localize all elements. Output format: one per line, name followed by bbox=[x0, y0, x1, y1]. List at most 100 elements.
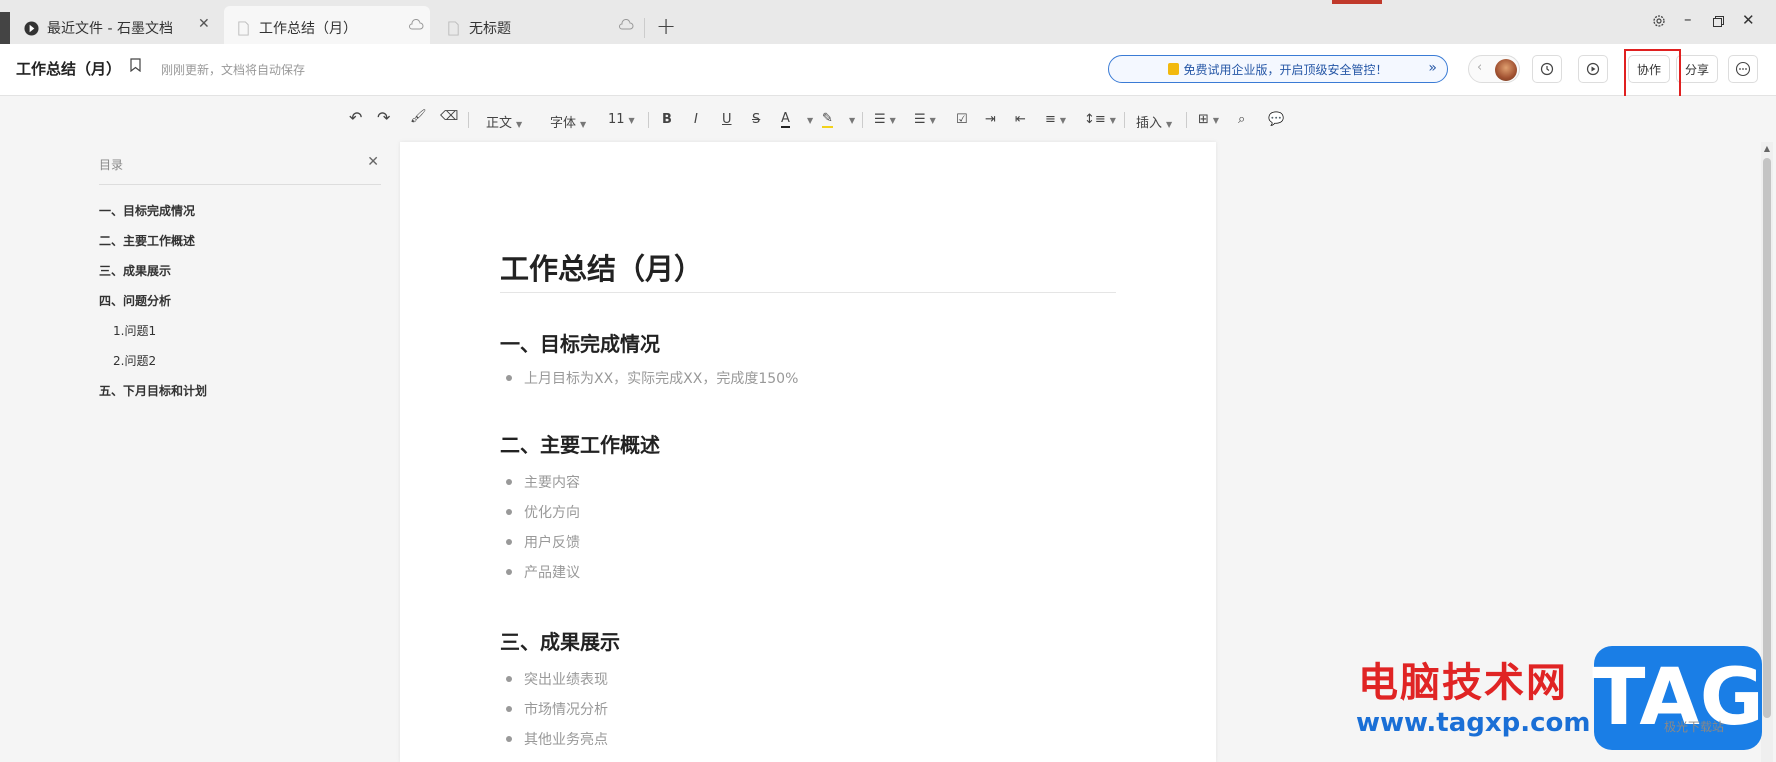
outline-item[interactable]: 五、下月目标和计划 bbox=[99, 382, 207, 399]
font-family-select[interactable]: 字体 ▼ bbox=[550, 112, 586, 131]
font-family-value: 字体 bbox=[550, 116, 577, 131]
list-item[interactable]: 优化方向 bbox=[500, 502, 580, 522]
avatar[interactable] bbox=[1495, 59, 1517, 81]
list-item[interactable]: 突出业绩表现 bbox=[500, 669, 608, 689]
find-replace-icon[interactable]: ⌕ bbox=[1238, 112, 1245, 127]
minimize-icon[interactable]: – bbox=[1684, 10, 1692, 28]
outline-panel: 目录 ✕ bbox=[99, 154, 381, 185]
clear-format-icon[interactable]: ⌫ bbox=[440, 109, 458, 124]
redo-icon[interactable]: ↷ bbox=[377, 108, 390, 127]
format-painter-icon[interactable]: 🖌 bbox=[410, 109, 427, 124]
line-spacing-icon[interactable]: ↕≡ ▼ bbox=[1084, 112, 1116, 127]
collaborators-avatars[interactable]: ‹ bbox=[1468, 55, 1520, 83]
comment-icon[interactable]: 💬 bbox=[1268, 112, 1284, 127]
font-size-select[interactable]: 11 ▼ bbox=[608, 112, 635, 127]
list-item[interactable]: 上月目标为XX，实际完成XX，完成度150% bbox=[500, 368, 798, 388]
underline-icon[interactable]: U bbox=[722, 112, 732, 127]
outline-item[interactable]: 一、目标完成情况 bbox=[99, 202, 195, 219]
document-page[interactable]: 工作总结（月） 一、目标完成情况 上月目标为XX，实际完成XX，完成度150% … bbox=[400, 142, 1216, 762]
list-item[interactable]: 主要内容 bbox=[500, 472, 580, 492]
outdent-icon[interactable]: ⇤ bbox=[1015, 112, 1026, 127]
close-icon[interactable]: ✕ bbox=[367, 154, 379, 170]
paragraph-style-value: 正文 bbox=[486, 116, 513, 131]
toolbar-divider bbox=[1186, 112, 1187, 128]
list-item[interactable]: 其他业务亮点 bbox=[500, 729, 608, 749]
toolbar-divider bbox=[648, 112, 649, 128]
more-icon bbox=[1735, 61, 1751, 77]
bold-icon[interactable]: B bbox=[662, 112, 672, 127]
caret-down-icon[interactable]: ▼ bbox=[803, 112, 813, 127]
more-button[interactable] bbox=[1728, 55, 1758, 83]
format-toolbar: ↶ ↷ 🖌 ⌫ 正文 ▼ 字体 ▼ 11 ▼ B I U S A ▼ ✎ ▼ ☰ ▼ ☰… bbox=[0, 96, 1776, 142]
checklist-icon[interactable]: ☑ bbox=[956, 112, 968, 127]
list-item[interactable]: 市场情况分析 bbox=[500, 699, 608, 719]
align-icon[interactable]: ≡ ▼ bbox=[1045, 112, 1066, 127]
outline-item[interactable]: 四、问题分析 bbox=[99, 292, 171, 309]
new-tab-button[interactable]: + bbox=[656, 12, 676, 40]
outline-item[interactable]: 1.问题1 bbox=[113, 322, 156, 339]
doc-title[interactable]: 工作总结（月） bbox=[16, 58, 121, 79]
outline-header: 目录 ✕ bbox=[99, 154, 381, 185]
bookmark-icon[interactable] bbox=[130, 58, 141, 72]
bullet-dot bbox=[506, 479, 512, 485]
caret-down-icon: ▼ bbox=[516, 120, 523, 129]
chevron-left-icon: ‹ bbox=[1477, 60, 1483, 75]
italic-icon[interactable]: I bbox=[694, 112, 698, 127]
section-heading[interactable]: 二、主要工作概述 bbox=[500, 429, 660, 458]
close-icon[interactable]: ✕ bbox=[198, 16, 210, 32]
list-item-text: 上月目标为XX，实际完成XX，完成度150% bbox=[524, 371, 799, 387]
list-item[interactable]: 产品建议 bbox=[500, 562, 580, 582]
settings-icon[interactable] bbox=[1652, 14, 1666, 28]
title-divider bbox=[500, 292, 1116, 293]
list-item-text: 其他业务亮点 bbox=[524, 732, 608, 748]
share-button[interactable]: 分享 bbox=[1676, 55, 1718, 83]
bullet-list-icon[interactable]: ☰ ▼ bbox=[914, 112, 936, 127]
shimo-logo-icon bbox=[24, 20, 39, 36]
indent-icon[interactable]: ⇥ bbox=[985, 112, 996, 127]
document-icon bbox=[238, 20, 249, 36]
bullet-dot bbox=[506, 676, 512, 682]
present-button[interactable] bbox=[1578, 55, 1608, 83]
strikethrough-icon[interactable]: S bbox=[752, 112, 760, 127]
outline-item[interactable]: 2.问题2 bbox=[113, 352, 156, 369]
section-heading[interactable]: 三、成果展示 bbox=[500, 626, 620, 655]
bullet-dot bbox=[506, 509, 512, 515]
play-icon bbox=[1586, 62, 1600, 76]
tab-label: 无标题 bbox=[469, 21, 511, 37]
highlight-color-icon[interactable]: ✎ bbox=[822, 112, 833, 128]
table-icon[interactable]: ⊞ ▼ bbox=[1198, 112, 1219, 127]
caret-down-icon: ▼ bbox=[580, 120, 587, 129]
undo-icon[interactable]: ↶ bbox=[349, 108, 362, 127]
list-item-text: 产品建议 bbox=[524, 565, 580, 581]
watermark-url: www.tagxp.com bbox=[1356, 708, 1591, 738]
tab-label: 工作总结（月） bbox=[259, 21, 357, 37]
list-item-text: 突出业绩表现 bbox=[524, 672, 608, 688]
document-header: 工作总结（月） 刚刚更新，文档将自动保存 免费试用企业版，开启顶级安全管控！ »… bbox=[0, 44, 1776, 96]
font-color-icon[interactable]: A bbox=[781, 112, 790, 128]
ordered-list-icon[interactable]: ☰ ▼ bbox=[874, 112, 896, 127]
paragraph-style-select[interactable]: 正文 ▼ bbox=[486, 112, 522, 131]
list-item-text: 主要内容 bbox=[524, 475, 580, 491]
bullet-dot bbox=[506, 736, 512, 742]
toolbar-divider bbox=[862, 112, 863, 128]
caret-down-icon[interactable]: ▼ bbox=[845, 112, 855, 127]
close-window-icon[interactable]: ✕ bbox=[1742, 11, 1755, 29]
insert-menu[interactable]: 插入 ▼ bbox=[1136, 112, 1172, 131]
history-icon bbox=[1540, 62, 1554, 76]
font-size-value: 11 bbox=[608, 112, 625, 127]
document-title[interactable]: 工作总结（月） bbox=[500, 246, 703, 288]
list-item-text: 市场情况分析 bbox=[524, 702, 608, 718]
outline-item[interactable]: 二、主要工作概述 bbox=[99, 232, 195, 249]
cloud-icon bbox=[409, 19, 424, 30]
bullet-dot bbox=[506, 706, 512, 712]
bullet-dot bbox=[506, 375, 512, 381]
list-item[interactable]: 用户反馈 bbox=[500, 532, 580, 552]
history-button[interactable] bbox=[1532, 55, 1562, 83]
scroll-up-icon[interactable]: ▲ bbox=[1761, 144, 1773, 153]
enterprise-promo-banner[interactable]: 免费试用企业版，开启顶级安全管控！ » bbox=[1108, 55, 1448, 83]
section-heading[interactable]: 一、目标完成情况 bbox=[500, 328, 660, 357]
watermark-subtext: 极光下载站 bbox=[1664, 720, 1725, 734]
outline-item[interactable]: 三、成果展示 bbox=[99, 262, 171, 279]
restore-icon[interactable] bbox=[1713, 16, 1724, 27]
scrollbar-thumb[interactable] bbox=[1763, 158, 1771, 718]
